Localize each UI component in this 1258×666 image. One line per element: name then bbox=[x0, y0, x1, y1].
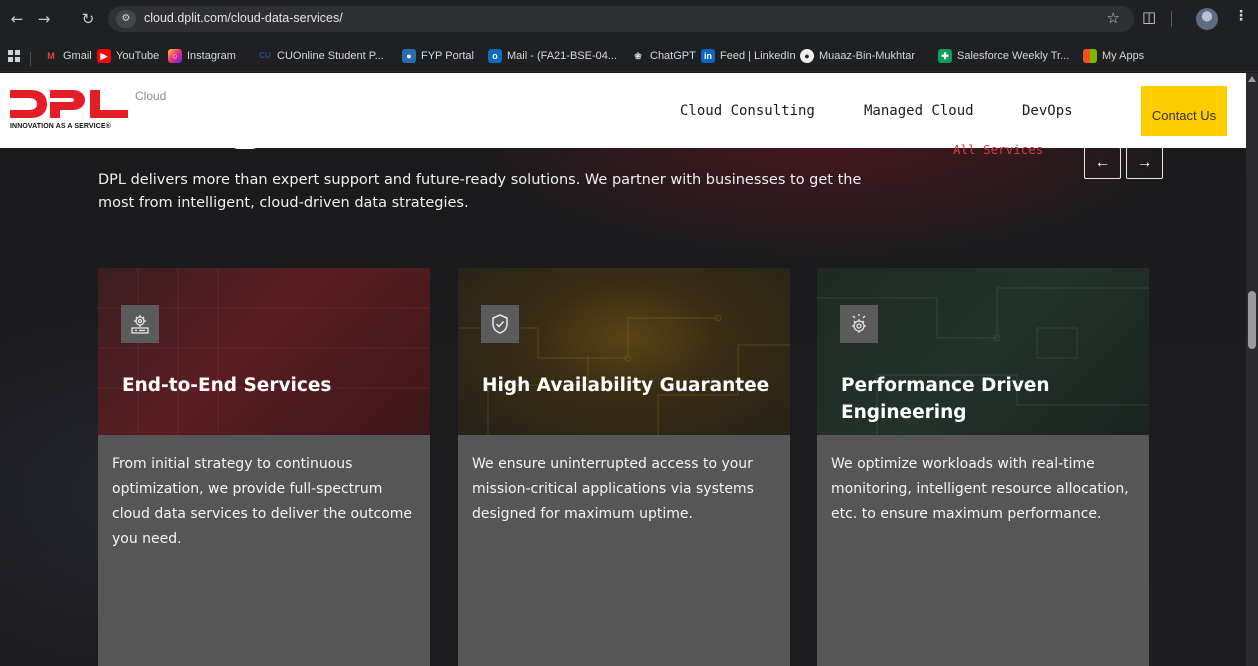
service-card: Performance Driven Engineering We optimi… bbox=[817, 268, 1149, 666]
scrollbar-thumb[interactable] bbox=[1248, 291, 1256, 349]
service-card: High Availability Guarantee We ensure un… bbox=[458, 268, 790, 666]
page-viewport: DPL delivers more than expert support an… bbox=[0, 73, 1246, 666]
card-description: We optimize workloads with real-time mon… bbox=[831, 456, 1129, 522]
gmail-icon: M bbox=[47, 51, 55, 61]
carousel-next-button[interactable]: → bbox=[1126, 147, 1163, 179]
url-text[interactable]: cloud.dplit.com/cloud-data-services/ bbox=[144, 11, 343, 25]
bookmark-label: My Apps bbox=[1102, 50, 1145, 62]
gear-server-icon bbox=[121, 305, 159, 343]
dpl-logo-mark bbox=[10, 90, 128, 118]
bookmark-chatgpt[interactable]: ❀ ChatGPT bbox=[631, 48, 696, 64]
bookmark-my-apps[interactable]: ​ My Apps bbox=[1083, 48, 1144, 64]
shield-check-icon bbox=[481, 305, 519, 343]
card-description: From initial strategy to continuous opti… bbox=[112, 456, 412, 547]
browser-toolbar: ← → ↻ ⚙ cloud.dplit.com/cloud-data-servi… bbox=[0, 0, 1258, 40]
card-hero: Performance Driven Engineering bbox=[817, 268, 1149, 435]
bookmark-outlook[interactable]: o Mail - (FA21-BSE-04... bbox=[488, 48, 617, 64]
bookmark-label: Salesforce Weekly Tr... bbox=[957, 50, 1070, 62]
reload-icon[interactable]: ↻ bbox=[77, 8, 99, 30]
card-title: High Availability Guarantee bbox=[482, 375, 770, 396]
site-header: Cloud INNOVATION AS A SERVICE® Cloud Con… bbox=[0, 73, 1246, 148]
bookmark-youtube[interactable]: ▶ YouTube bbox=[97, 48, 159, 64]
profile-avatar[interactable] bbox=[1196, 8, 1218, 30]
youtube-icon: ▶ bbox=[97, 49, 111, 63]
page-scrollbar[interactable] bbox=[1246, 73, 1258, 666]
bookmark-label: ChatGPT bbox=[650, 50, 696, 62]
forward-icon[interactable]: → bbox=[33, 8, 55, 30]
linkedin-icon: in bbox=[701, 49, 715, 63]
fyp-portal-icon: ● bbox=[402, 49, 416, 63]
my-apps-icon: ​ bbox=[1083, 49, 1097, 63]
bookmark-gmail[interactable]: M Gmail bbox=[44, 48, 92, 64]
card-body: We ensure uninterrupted access to your m… bbox=[458, 435, 790, 666]
nav-all-services[interactable]: All Services bbox=[953, 142, 1043, 157]
bookmark-linkedin[interactable]: in Feed | LinkedIn bbox=[701, 48, 796, 64]
bookmark-cuonline[interactable]: CU CUOnline Student P... bbox=[258, 48, 384, 64]
outlook-icon: o bbox=[488, 49, 502, 63]
service-card: End-to-End Services From initial strateg… bbox=[98, 268, 430, 666]
bookmark-label: Instagram bbox=[187, 50, 236, 62]
circuit-image bbox=[458, 314, 790, 435]
logo-tagline: INNOVATION AS A SERVICE® bbox=[10, 123, 111, 130]
menu-kebab-icon[interactable]: ⋮ bbox=[1234, 8, 1248, 24]
bookmark-label: CUOnline Student P... bbox=[277, 50, 384, 62]
site-info-icon[interactable]: ⚙ bbox=[116, 10, 136, 28]
github-icon: ● bbox=[800, 49, 814, 63]
instagram-icon: ○ bbox=[168, 49, 182, 63]
card-body: We optimize workloads with real-time mon… bbox=[817, 435, 1149, 666]
cuonline-icon: CU bbox=[259, 51, 271, 60]
chatgpt-icon: ❀ bbox=[634, 51, 642, 61]
card-hero: End-to-End Services bbox=[98, 268, 430, 435]
apps-grid-icon[interactable] bbox=[8, 48, 20, 64]
bookmarks-bar: M Gmail ▶ YouTube ○ Instagram CU CUOnlin… bbox=[0, 40, 1258, 72]
bookmark-github[interactable]: ● Muaaz-Bin-Mukhtar bbox=[800, 48, 915, 64]
bookmark-label: Gmail bbox=[63, 50, 92, 62]
bookmark-label: Feed | LinkedIn bbox=[720, 50, 796, 62]
nav-cloud-consulting[interactable]: Cloud Consulting bbox=[680, 103, 815, 119]
nav-managed-cloud[interactable]: Managed Cloud bbox=[864, 103, 974, 119]
bookmark-star-icon[interactable]: ☆ bbox=[1107, 9, 1120, 27]
card-description: We ensure uninterrupted access to your m… bbox=[472, 456, 754, 522]
bookmark-label: Mail - (FA21-BSE-04... bbox=[507, 50, 618, 62]
carousel-prev-button[interactable]: ← bbox=[1084, 147, 1121, 179]
bookmark-label: YouTube bbox=[116, 50, 160, 62]
bookmarks-separator bbox=[30, 52, 31, 66]
section-intro: DPL delivers more than expert support an… bbox=[98, 172, 862, 211]
bookmark-fyp-portal[interactable]: ● FYP Portal bbox=[402, 48, 474, 64]
card-title: Performance Driven Engineering bbox=[841, 375, 1050, 423]
back-icon[interactable]: ← bbox=[6, 8, 28, 30]
gear-performance-icon bbox=[840, 305, 878, 343]
extensions-icon[interactable]: ◫ bbox=[1142, 8, 1156, 26]
bookmark-salesforce[interactable]: ✚ Salesforce Weekly Tr... bbox=[938, 48, 1069, 64]
card-body: From initial strategy to continuous opti… bbox=[98, 435, 430, 666]
card-hero: High Availability Guarantee bbox=[458, 268, 790, 435]
nav-devops[interactable]: DevOps bbox=[1022, 103, 1073, 119]
card-title: End-to-End Services bbox=[122, 375, 332, 396]
toolbar-divider bbox=[1171, 11, 1172, 27]
address-bar[interactable]: ⚙ cloud.dplit.com/cloud-data-services/ ☆ bbox=[108, 6, 1134, 32]
bookmark-label: FYP Portal bbox=[421, 50, 474, 62]
bookmark-label: Muaaz-Bin-Mukhtar bbox=[819, 50, 915, 62]
server-rack-image bbox=[98, 268, 430, 435]
contact-us-button[interactable]: Contact Us bbox=[1141, 86, 1227, 136]
sheets-icon: ✚ bbox=[938, 49, 952, 63]
bookmark-instagram[interactable]: ○ Instagram bbox=[168, 48, 236, 64]
logo-cloud-label: Cloud bbox=[135, 89, 167, 103]
scroll-up-icon[interactable] bbox=[1248, 76, 1256, 82]
